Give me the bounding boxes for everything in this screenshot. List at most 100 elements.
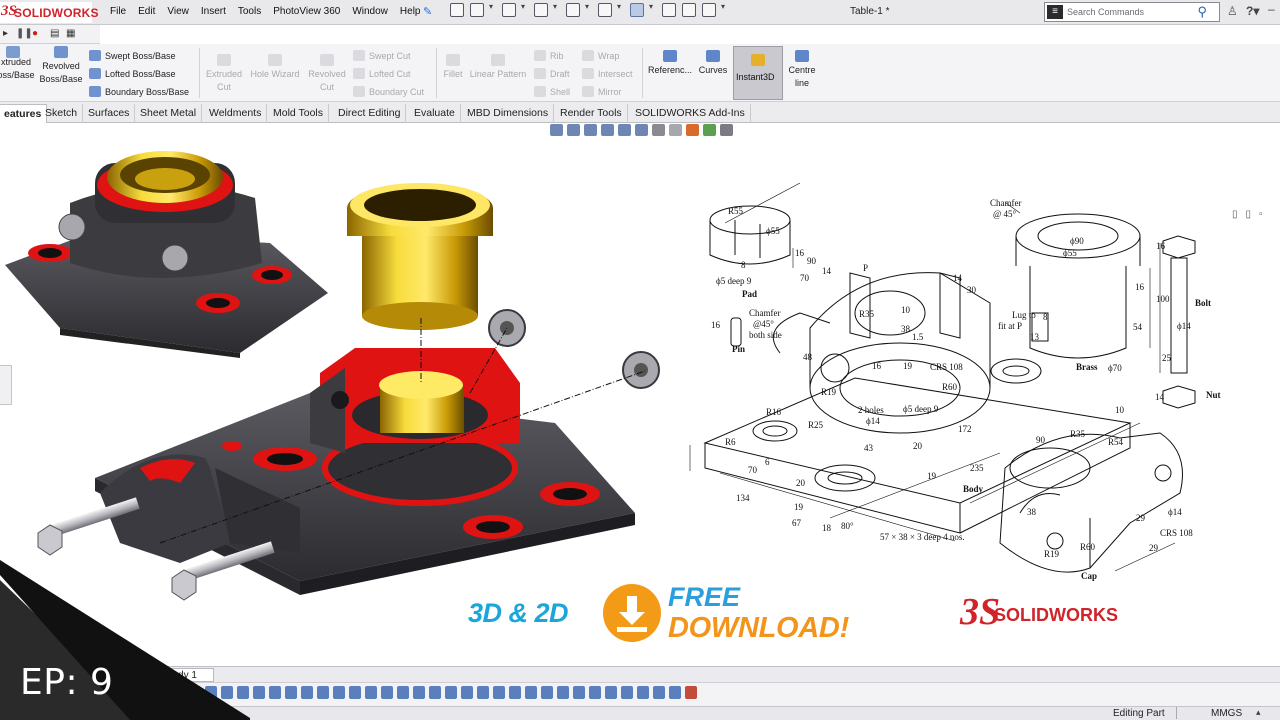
chevron-down-icon[interactable] xyxy=(489,2,496,17)
tab-sheet-metal[interactable]: Sheet Metal xyxy=(135,104,203,123)
feature-manager-collapse-tab[interactable] xyxy=(0,365,12,405)
intersect-button[interactable]: Intersect xyxy=(582,68,633,79)
swept-boss-button[interactable]: Swept Boss/Base xyxy=(89,50,176,61)
open-folder-icon[interactable] xyxy=(502,3,516,17)
print-icon[interactable] xyxy=(566,3,580,17)
search-scope-icon[interactable]: ≡ xyxy=(1047,5,1063,19)
point-icon[interactable] xyxy=(301,686,313,699)
play-icon[interactable]: ▸ xyxy=(3,28,8,39)
gear-icon[interactable] xyxy=(702,3,716,17)
tab-weldments[interactable]: Weldments xyxy=(204,104,268,123)
centre-line-button[interactable]: Centre line xyxy=(784,50,820,90)
save-icon[interactable] xyxy=(534,3,548,17)
search-commands-input[interactable]: ≡ Search Commands ⚲ xyxy=(1044,2,1220,22)
construction-geometry-icon[interactable] xyxy=(589,686,601,699)
fillet-sketch-icon[interactable] xyxy=(557,686,569,699)
tab-direct-editing[interactable]: Direct Editing xyxy=(333,104,407,123)
tab-mold-tools[interactable]: Mold Tools xyxy=(268,104,329,123)
menu-file[interactable]: File xyxy=(110,6,126,17)
revolved-cut-button[interactable]: Revolved Cut xyxy=(305,54,349,94)
reference-geometry-button[interactable]: Referenc... xyxy=(645,50,695,77)
chevron-up-icon[interactable]: ▴ xyxy=(1256,707,1261,718)
home-icon[interactable] xyxy=(450,3,464,17)
menu-insert[interactable]: Insert xyxy=(201,6,226,17)
parabola-icon[interactable] xyxy=(669,686,681,699)
sketch-picture-icon[interactable] xyxy=(493,686,505,699)
quick-snaps-icon[interactable] xyxy=(429,686,441,699)
pause-icon[interactable]: ❚❚ xyxy=(16,28,33,39)
polygon-icon[interactable] xyxy=(637,686,649,699)
trim-icon[interactable] xyxy=(317,686,329,699)
lofted-cut-button[interactable]: Lofted Cut xyxy=(353,68,411,79)
menu-view[interactable]: View xyxy=(167,6,189,17)
swept-cut-button[interactable]: Swept Cut xyxy=(353,50,411,61)
file-properties-icon[interactable] xyxy=(682,3,696,17)
pattern-icon[interactable] xyxy=(365,686,377,699)
instant3d-button[interactable]: Instant3D xyxy=(733,46,783,100)
mirror-button[interactable]: Mirror xyxy=(582,86,622,97)
text-icon[interactable] xyxy=(509,686,521,699)
status-units-selector[interactable]: MMGS xyxy=(1211,708,1242,719)
chevron-down-icon[interactable] xyxy=(553,2,560,17)
move-entities-icon[interactable] xyxy=(381,686,393,699)
search-icon[interactable]: ⚲ xyxy=(1197,4,1207,20)
menu-tools[interactable]: Tools xyxy=(238,6,261,17)
rib-button[interactable]: Rib xyxy=(534,50,564,61)
lofted-boss-button[interactable]: Lofted Boss/Base xyxy=(89,68,176,79)
select-cursor-icon[interactable] xyxy=(630,3,644,17)
wrap-button[interactable]: Wrap xyxy=(582,50,619,61)
convert-entities-icon[interactable] xyxy=(525,686,537,699)
new-document-icon[interactable] xyxy=(470,3,484,17)
curves-button[interactable]: Curves xyxy=(695,50,731,77)
tab-render-tools[interactable]: Render Tools xyxy=(555,104,628,123)
chevron-down-icon[interactable] xyxy=(721,2,728,17)
user-icon[interactable]: ♙ xyxy=(1227,4,1238,18)
mirror-entities-icon[interactable] xyxy=(349,686,361,699)
spline-icon[interactable] xyxy=(285,686,297,699)
relations-icon[interactable] xyxy=(397,686,409,699)
slot-icon[interactable] xyxy=(621,686,633,699)
repair-sketch-icon[interactable] xyxy=(413,686,425,699)
menu-help[interactable]: Help xyxy=(400,6,421,17)
chevron-down-icon[interactable] xyxy=(585,2,592,17)
arc-icon[interactable] xyxy=(269,686,281,699)
shaded-sketch-icon[interactable] xyxy=(477,686,489,699)
draft-button[interactable]: Draft xyxy=(534,68,570,79)
shell-button[interactable]: Shell xyxy=(534,86,570,97)
ellipse-icon[interactable] xyxy=(653,686,665,699)
tab-sketch[interactable]: Sketch xyxy=(40,104,84,123)
boundary-cut-button[interactable]: Boundary Cut xyxy=(353,86,424,97)
chevron-down-icon[interactable] xyxy=(617,2,624,17)
minimize-icon[interactable]: – xyxy=(1268,2,1275,16)
tab-solidworks-add-ins[interactable]: SOLIDWORKS Add-Ins xyxy=(630,104,751,123)
intersection-curve-icon[interactable] xyxy=(541,686,553,699)
chamfer-sketch-icon[interactable] xyxy=(573,686,585,699)
new-macro-icon[interactable]: ▤ xyxy=(50,28,59,39)
traffic-light-icon[interactable] xyxy=(662,3,676,17)
exit-sketch-icon[interactable] xyxy=(685,686,697,699)
extruded-cut-button[interactable]: Extruded Cut xyxy=(202,54,246,94)
tab-surfaces[interactable]: Surfaces xyxy=(83,104,136,123)
rapid-sketch-icon[interactable] xyxy=(445,686,457,699)
chevron-down-icon[interactable] xyxy=(521,2,528,17)
offset-icon[interactable] xyxy=(333,686,345,699)
linear-pattern-button[interactable]: Linear Pattern xyxy=(467,54,529,81)
menu-window[interactable]: Window xyxy=(352,6,388,17)
record-icon[interactable]: ● xyxy=(32,28,38,39)
menu-edit[interactable]: Edit xyxy=(138,6,155,17)
revolved-boss-button[interactable]: Revolved Boss/Base xyxy=(38,46,84,86)
boundary-boss-button[interactable]: Boundary Boss/Base xyxy=(89,86,189,97)
hole-wizard-button[interactable]: Hole Wizard xyxy=(247,54,303,81)
chevron-down-icon[interactable] xyxy=(649,2,656,17)
undo-icon[interactable] xyxy=(598,3,612,17)
menu-photoview[interactable]: PhotoView 360 xyxy=(273,6,340,17)
extruded-boss-button[interactable]: xtruded oss/Base xyxy=(0,46,36,82)
fillet-button[interactable]: Fillet xyxy=(440,54,466,81)
assembled-bearing-model[interactable] xyxy=(5,151,328,358)
centerline-icon[interactable] xyxy=(605,686,617,699)
pin-icon[interactable]: ✎ xyxy=(423,5,432,18)
tab-evaluate[interactable]: Evaluate xyxy=(409,104,461,123)
instant2d-icon[interactable] xyxy=(461,686,473,699)
tab-mbd-dimensions[interactable]: MBD Dimensions xyxy=(462,104,555,123)
edit-macro-icon[interactable]: ▦ xyxy=(66,28,75,39)
